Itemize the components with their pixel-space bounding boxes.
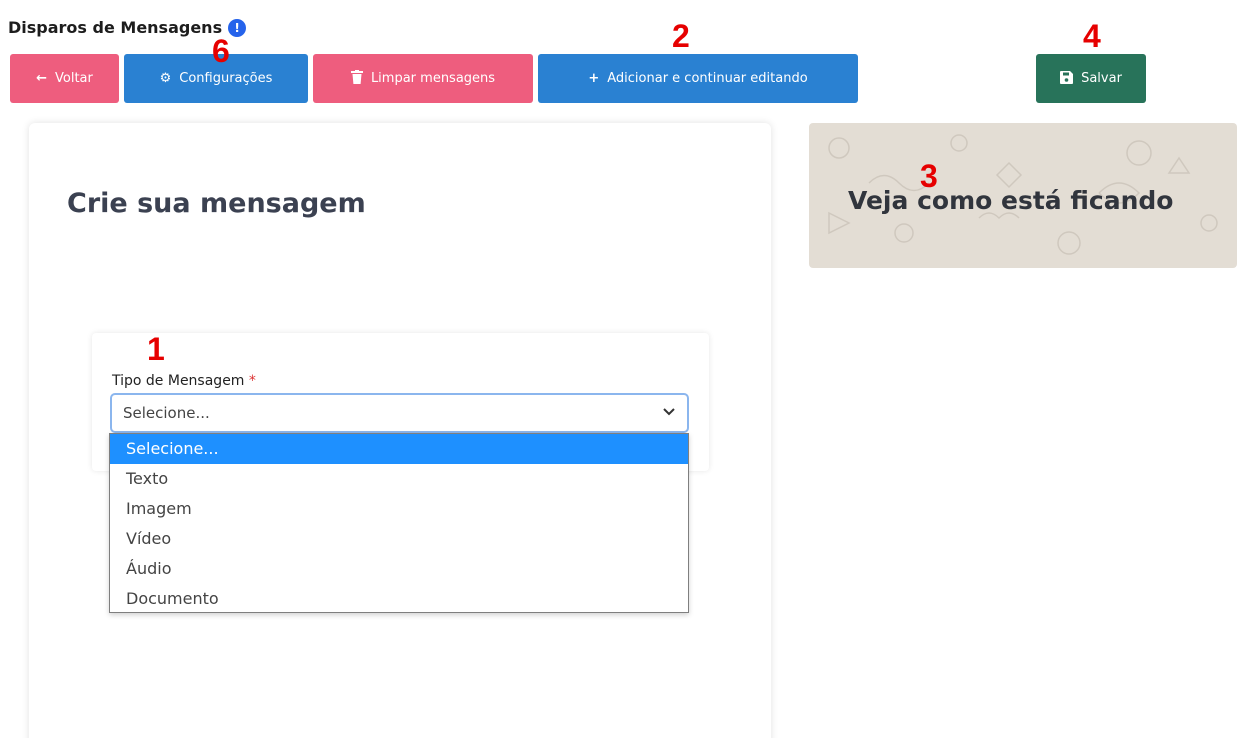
add-and-continue-button[interactable]: + Adicionar e continuar editando: [538, 54, 858, 103]
required-mark: *: [248, 373, 256, 389]
annotation-marker-4: 4: [1083, 18, 1101, 54]
message-type-select-value: Selecione...: [123, 404, 210, 422]
message-type-label: Tipo de Mensagem *: [112, 373, 256, 389]
option-imagem[interactable]: Imagem: [110, 494, 688, 524]
floppy-disk-icon: [1060, 70, 1074, 87]
save-button[interactable]: Salvar: [1036, 54, 1146, 103]
editor-title: Crie sua mensagem: [67, 188, 366, 219]
page-title: Disparos de Mensagens !: [8, 18, 247, 37]
annotation-marker-2: 2: [672, 18, 690, 54]
chevron-down-icon: [663, 403, 675, 421]
message-type-dropdown: Selecione... Texto Imagem Vídeo Áudio Do…: [109, 433, 689, 613]
annotation-marker-1: 1: [147, 331, 165, 367]
back-button[interactable]: ← Voltar: [10, 54, 119, 103]
save-button-label: Salvar: [1081, 71, 1122, 86]
option-texto[interactable]: Texto: [110, 464, 688, 494]
preview-title: Veja como está ficando: [848, 186, 1174, 215]
settings-button-label: Configurações: [179, 71, 273, 86]
info-circle-icon[interactable]: !: [228, 18, 247, 37]
clear-messages-label: Limpar mensagens: [370, 71, 496, 86]
message-type-label-text: Tipo de Mensagem: [112, 373, 245, 389]
arrow-left-icon: ←: [36, 71, 48, 86]
message-type-select[interactable]: Selecione...: [110, 393, 689, 433]
option-audio[interactable]: Áudio: [110, 554, 688, 584]
page-title-text: Disparos de Mensagens: [8, 18, 223, 37]
option-documento[interactable]: Documento: [110, 584, 688, 614]
plus-icon: +: [588, 71, 600, 86]
add-and-continue-label: Adicionar e continuar editando: [607, 71, 808, 86]
back-button-label: Voltar: [55, 71, 93, 86]
gear-icon: ⚙: [159, 71, 172, 86]
annotation-marker-3: 3: [920, 158, 938, 194]
trash-icon: [350, 70, 363, 87]
clear-messages-button[interactable]: Limpar mensagens: [313, 54, 533, 103]
option-video[interactable]: Vídeo: [110, 524, 688, 554]
option-selecione[interactable]: Selecione...: [110, 434, 688, 464]
annotation-marker-6: 6: [212, 33, 230, 69]
